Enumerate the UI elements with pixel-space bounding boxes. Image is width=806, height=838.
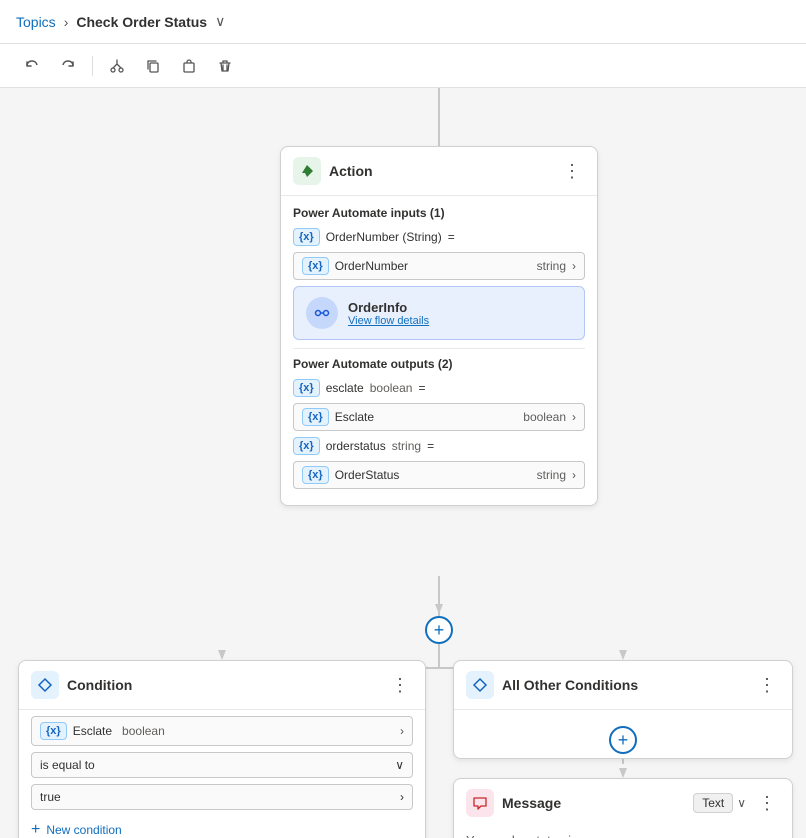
output2-name: orderstatus xyxy=(326,439,386,453)
message-card: Message Text ∨ ⋮ Your order status is... xyxy=(453,778,793,838)
input-var-badge: {x} xyxy=(293,228,320,246)
input-field-name: OrderNumber xyxy=(335,259,531,273)
orderinfo-info: OrderInfo View flow details xyxy=(348,300,429,327)
orderinfo-icon xyxy=(306,297,338,329)
output1-eq: = xyxy=(418,381,425,395)
other-card-title: All Other Conditions xyxy=(502,677,746,693)
message-body-text: Your order status is... xyxy=(466,833,588,838)
condition-operator-chevron-icon: ∨ xyxy=(395,758,404,772)
input-field-row[interactable]: {x} OrderNumber string › xyxy=(293,252,585,280)
message-card-header: Message Text ∨ ⋮ xyxy=(454,779,792,827)
toolbar-divider xyxy=(92,56,93,76)
cond-field-name: Esclate xyxy=(73,724,112,738)
message-card-menu-icon[interactable]: ⋮ xyxy=(754,792,780,814)
output2-type: string xyxy=(392,439,421,453)
cut-button[interactable] xyxy=(101,50,133,82)
message-text-badge[interactable]: Text xyxy=(693,793,733,813)
output1-field-name: Esclate xyxy=(335,410,518,424)
condition-operator: is equal to xyxy=(40,758,95,772)
input-var-eq: = xyxy=(448,230,455,244)
delete-button[interactable] xyxy=(209,50,241,82)
breadcrumb-parent[interactable]: Topics xyxy=(16,14,56,30)
output2-chevron-icon: › xyxy=(572,468,576,482)
paste-button[interactable] xyxy=(173,50,205,82)
output2-eq: = xyxy=(427,439,434,453)
output2-var-row: {x} orderstatus string = xyxy=(293,437,585,455)
input-field-badge: {x} xyxy=(302,257,329,275)
message-icon xyxy=(466,789,494,817)
condition-value-chevron-icon: › xyxy=(400,790,404,804)
other-conditions-card: All Other Conditions ⋮ + xyxy=(453,660,793,759)
output1-var-row: {x} esclate boolean = xyxy=(293,379,585,397)
action-card-title: Action xyxy=(329,163,551,179)
new-condition-button[interactable]: + New condition xyxy=(19,816,134,838)
output1-field-badge: {x} xyxy=(302,408,329,426)
input-var-name: OrderNumber (String) xyxy=(326,230,442,244)
output2-field-badge: {x} xyxy=(302,466,329,484)
orderinfo-link[interactable]: View flow details xyxy=(348,315,429,327)
add-message-button[interactable]: + xyxy=(609,726,637,754)
output1-badge: {x} xyxy=(293,379,320,397)
canvas: Action ⋮ Power Automate inputs (1) {x} O… xyxy=(0,88,806,838)
inputs-section-label: Power Automate inputs (1) xyxy=(293,206,585,220)
condition-value-row[interactable]: true › xyxy=(31,784,413,810)
add-node-button[interactable]: + xyxy=(425,616,453,644)
condition-card: Condition ⋮ {x} Esclate boolean › is equ… xyxy=(18,660,426,838)
orderinfo-name: OrderInfo xyxy=(348,300,429,315)
breadcrumb-current: Check Order Status xyxy=(76,14,207,30)
new-condition-plus-icon: + xyxy=(31,822,40,838)
output2-badge: {x} xyxy=(293,437,320,455)
toolbar xyxy=(0,44,806,88)
output2-field-type: string xyxy=(537,468,566,482)
action-card-header: Action ⋮ xyxy=(281,147,597,196)
output1-field-type: boolean xyxy=(523,410,566,424)
breadcrumb-separator: › xyxy=(64,14,69,30)
breadcrumb-chevron-icon[interactable]: ∨ xyxy=(215,13,225,30)
input-field-type: string xyxy=(537,259,566,273)
cond-field-chevron-icon: › xyxy=(400,724,404,738)
action-icon xyxy=(293,157,321,185)
condition-value: true xyxy=(40,790,61,804)
output2-field-name: OrderStatus xyxy=(335,468,531,482)
input-field-chevron-icon: › xyxy=(572,259,576,273)
top-nav: Topics › Check Order Status ∨ xyxy=(0,0,806,44)
other-card-header: All Other Conditions ⋮ xyxy=(454,661,792,710)
undo-button[interactable] xyxy=(16,50,48,82)
condition-icon xyxy=(31,671,59,699)
message-text-chevron-icon[interactable]: ∨ xyxy=(737,796,746,810)
copy-button[interactable] xyxy=(137,50,169,82)
input-var-row: {x} OrderNumber (String) = xyxy=(293,228,585,246)
condition-field-row[interactable]: {x} Esclate boolean › xyxy=(31,716,413,746)
condition-card-title: Condition xyxy=(67,677,379,693)
redo-button[interactable] xyxy=(52,50,84,82)
condition-card-header: Condition ⋮ xyxy=(19,661,425,710)
message-card-body: Your order status is... xyxy=(454,827,792,838)
action-card-menu-icon[interactable]: ⋮ xyxy=(559,160,585,182)
condition-card-menu-icon[interactable]: ⋮ xyxy=(387,674,413,696)
output2-field-row[interactable]: {x} OrderStatus string › xyxy=(293,461,585,489)
action-card: Action ⋮ Power Automate inputs (1) {x} O… xyxy=(280,146,598,506)
other-condition-icon xyxy=(466,671,494,699)
output1-chevron-icon: › xyxy=(572,410,576,424)
output1-field-row[interactable]: {x} Esclate boolean › xyxy=(293,403,585,431)
output1-name: esclate xyxy=(326,381,364,395)
cond-field-type: boolean xyxy=(122,724,165,738)
message-card-title: Message xyxy=(502,795,685,811)
new-condition-label: New condition xyxy=(46,823,121,837)
orderinfo-card: OrderInfo View flow details xyxy=(293,286,585,340)
condition-operator-row[interactable]: is equal to ∨ xyxy=(31,752,413,778)
cond-field-badge: {x} xyxy=(40,722,67,740)
other-card-menu-icon[interactable]: ⋮ xyxy=(754,674,780,696)
outputs-section-label: Power Automate outputs (2) xyxy=(293,357,585,371)
action-card-body: Power Automate inputs (1) {x} OrderNumbe… xyxy=(281,196,597,505)
output1-type: boolean xyxy=(370,381,413,395)
section-divider xyxy=(293,348,585,349)
